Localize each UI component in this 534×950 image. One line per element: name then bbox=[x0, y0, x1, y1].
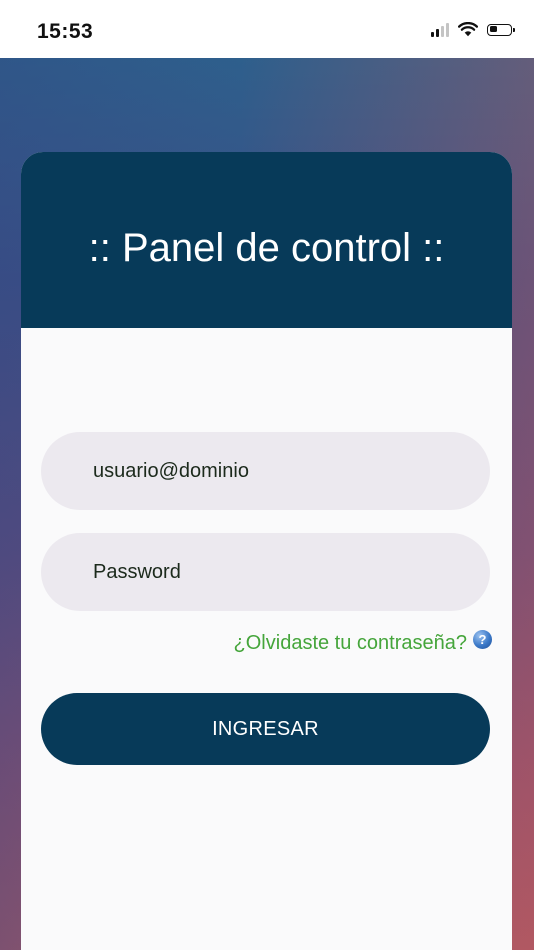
status-time: 15:53 bbox=[37, 20, 94, 43]
signal-icon bbox=[431, 22, 449, 37]
status-bar: 15:53 bbox=[0, 0, 534, 58]
card-header: :: Panel de control :: bbox=[21, 152, 512, 328]
email-input[interactable] bbox=[93, 459, 490, 483]
login-button[interactable]: INGRESAR bbox=[41, 693, 490, 765]
forgot-password-link[interactable]: ¿Olvidaste tu contraseña? bbox=[234, 632, 467, 655]
battery-icon bbox=[487, 23, 515, 36]
screen: 15:53 :: Panel de control :: usuario@dom… bbox=[0, 0, 534, 950]
login-card: :: Panel de control :: ¿Olvidaste tu con… bbox=[21, 152, 512, 950]
help-icon[interactable]: ? bbox=[473, 630, 492, 649]
password-field[interactable] bbox=[41, 533, 490, 611]
wifi-icon bbox=[458, 22, 478, 37]
status-icons bbox=[431, 22, 515, 37]
page-title: :: Panel de control :: bbox=[88, 225, 445, 270]
password-input[interactable] bbox=[93, 560, 490, 584]
email-field[interactable] bbox=[41, 432, 490, 510]
forgot-password-row: ¿Olvidaste tu contraseña? ? bbox=[234, 630, 492, 655]
